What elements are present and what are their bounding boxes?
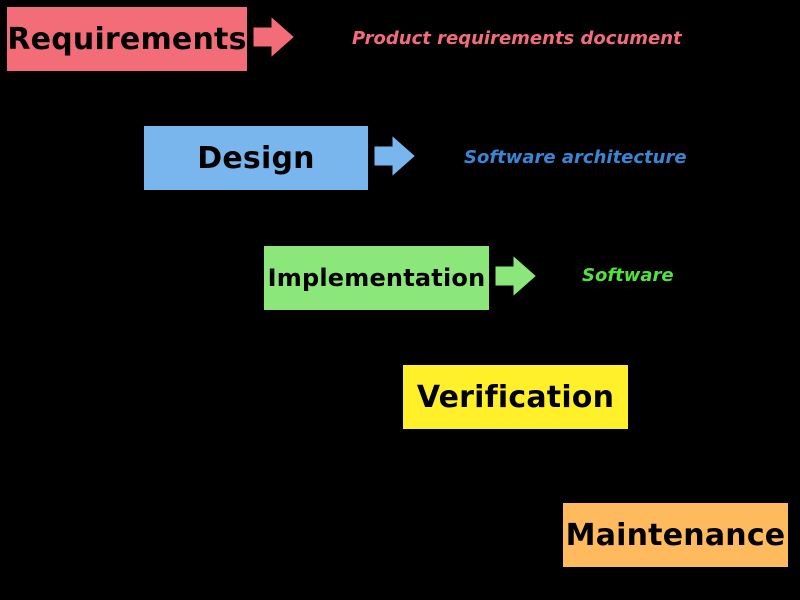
stage-label: Implementation: [268, 264, 486, 292]
stage-implementation: Implementation: [261, 243, 492, 313]
stage-verification: Verification: [400, 362, 631, 432]
output-implementation: Software: [582, 265, 674, 286]
output-design: Software architecture: [464, 147, 687, 168]
stage-label: Requirements: [7, 22, 246, 57]
output-requirements: Product requirements document: [352, 28, 682, 49]
arrow-icon: [373, 133, 419, 183]
arrow-icon: [494, 253, 540, 303]
stage-label: Design: [197, 141, 314, 176]
stage-design: Design: [141, 123, 371, 193]
stage-label: Maintenance: [566, 518, 786, 553]
stage-maintenance: Maintenance: [560, 500, 791, 570]
waterfall-diagram: Requirements Product requirements docume…: [0, 0, 800, 600]
stage-requirements: Requirements: [4, 4, 250, 74]
stage-label: Verification: [417, 380, 614, 415]
arrow-icon: [252, 14, 298, 64]
